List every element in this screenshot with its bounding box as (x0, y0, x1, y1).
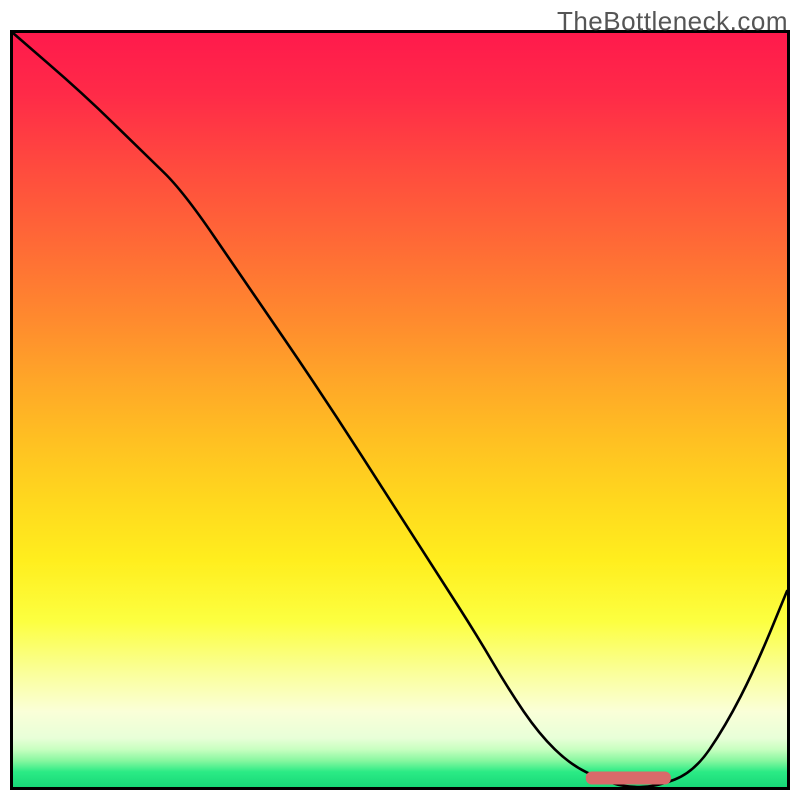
plot-frame (10, 30, 790, 790)
chart-container: TheBottleneck.com (0, 0, 800, 800)
bottleneck-curve (13, 33, 787, 787)
watermark-text: TheBottleneck.com (557, 6, 788, 37)
curve-layer (13, 33, 787, 787)
optimal-range-marker (586, 772, 671, 785)
